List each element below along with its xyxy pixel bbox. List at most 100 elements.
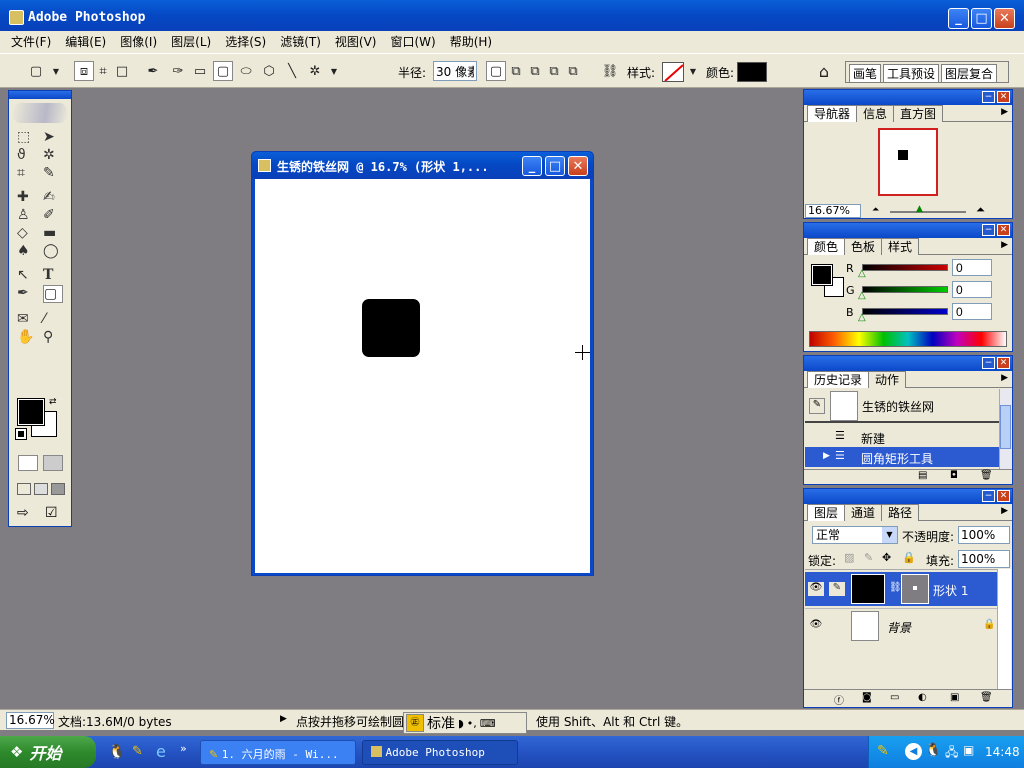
- new-document-from-state-icon[interactable]: ▤: [918, 470, 927, 481]
- doc-close-button[interactable]: ✕: [568, 156, 588, 176]
- ime-logo-icon[interactable]: ㊣: [406, 714, 424, 732]
- zoom-in-icon[interactable]: ⏶: [976, 203, 985, 217]
- notes-tool-icon[interactable]: ✉: [17, 311, 39, 327]
- quicklaunch-expand-icon[interactable]: »: [180, 742, 187, 755]
- tray-app-icon[interactable]: ✎: [877, 743, 889, 759]
- tray-network-icon[interactable]: 🖧: [945, 743, 958, 764]
- panel-close-button[interactable]: ✕: [997, 224, 1010, 236]
- channel-r-slider[interactable]: [862, 264, 948, 271]
- link-icon[interactable]: ⛓: [600, 61, 620, 81]
- doc-minimize-button[interactable]: _: [522, 156, 542, 176]
- line-icon[interactable]: ╲: [282, 61, 302, 81]
- document-canvas[interactable]: [255, 179, 590, 573]
- new-set-icon[interactable]: ▭: [890, 692, 899, 703]
- panel-menu-arrow-icon[interactable]: ▶: [1001, 107, 1008, 117]
- new-layer-icon[interactable]: ▣: [950, 692, 959, 703]
- paths-icon[interactable]: ⌗: [93, 61, 113, 81]
- radius-input[interactable]: [433, 61, 477, 81]
- chevron-down-icon[interactable]: ▼: [683, 61, 703, 81]
- fill-input[interactable]: 100%: [958, 550, 1010, 568]
- tab-histogram[interactable]: 直方图: [893, 105, 944, 122]
- type-tool-icon[interactable]: T: [43, 267, 65, 283]
- color-fg-swatch[interactable]: [811, 264, 833, 286]
- panel-close-button[interactable]: ✕: [997, 357, 1010, 369]
- palette-tab-tool-presets[interactable]: 工具预设: [883, 64, 940, 82]
- default-colors-icon[interactable]: [15, 428, 27, 440]
- status-zoom-field[interactable]: 16.67%: [6, 712, 55, 729]
- menu-layer[interactable]: 图层(L): [164, 31, 218, 53]
- ellipse-icon[interactable]: ⬭: [236, 61, 256, 81]
- minimize-button[interactable]: _: [948, 8, 969, 29]
- foreground-color[interactable]: [17, 398, 45, 426]
- palette-well-icon[interactable]: ⌂: [814, 61, 834, 81]
- history-scrollbar[interactable]: [999, 389, 1011, 469]
- opacity-input[interactable]: 100%: [958, 526, 1010, 544]
- magic-wand-icon[interactable]: ✲: [43, 147, 65, 163]
- blur-tool-icon[interactable]: ♠: [17, 243, 39, 259]
- navigator-preview[interactable]: [878, 128, 938, 196]
- layers-scrollbar[interactable]: [997, 569, 1011, 689]
- panel-close-button[interactable]: ✕: [997, 490, 1010, 502]
- zoom-slider-thumb-icon[interactable]: ▲: [916, 204, 923, 214]
- swap-colors-icon[interactable]: ⇄: [49, 397, 57, 407]
- subtract-shape-icon[interactable]: ⧉: [525, 61, 545, 81]
- hand-tool-icon[interactable]: ✋: [17, 329, 39, 345]
- rectangle-icon[interactable]: ▭: [190, 61, 210, 81]
- brush-tool-icon[interactable]: ✍: [43, 189, 65, 205]
- lock-all-icon[interactable]: 🔒: [902, 551, 916, 564]
- lock-position-icon[interactable]: ✥: [882, 551, 891, 564]
- color-swatch[interactable]: [737, 62, 767, 82]
- palette-tab-layer-comps[interactable]: 图层复合: [941, 64, 998, 82]
- marquee-tool-icon[interactable]: ⬚: [17, 129, 39, 145]
- layer-row-shape[interactable]: 👁 ✎ ⛓ 形状 1: [805, 572, 997, 606]
- history-item[interactable]: ☰ 新建: [805, 427, 999, 447]
- exclude-shape-icon[interactable]: ⧉: [563, 61, 583, 81]
- channel-g-slider[interactable]: [862, 286, 948, 293]
- ie-icon[interactable]: e: [156, 742, 166, 761]
- tray-qq-icon[interactable]: 🐧: [925, 743, 941, 758]
- fill-pixels-icon[interactable]: □: [112, 61, 132, 81]
- doc-maximize-button[interactable]: □: [545, 156, 565, 176]
- menu-image[interactable]: 图像(I): [113, 31, 164, 53]
- slider-thumb-icon[interactable]: △: [858, 312, 866, 323]
- imageready-icon[interactable]: ☑: [45, 505, 58, 521]
- tab-info[interactable]: 信息: [856, 105, 895, 122]
- menu-select[interactable]: 选择(S): [218, 31, 273, 53]
- navigator-zoom-field[interactable]: 16.67%: [805, 204, 861, 218]
- panel-menu-arrow-icon[interactable]: ▶: [1001, 240, 1008, 250]
- ime-keyboard-icon[interactable]: ⌨: [480, 717, 496, 730]
- panel-minimize-button[interactable]: −: [982, 91, 995, 103]
- healing-brush-icon[interactable]: ✚: [17, 189, 39, 205]
- maximize-button[interactable]: □: [971, 8, 992, 29]
- quick-mask-icon[interactable]: [43, 455, 63, 471]
- panel-minimize-button[interactable]: −: [982, 224, 995, 236]
- tab-navigator[interactable]: 导航器: [807, 105, 858, 122]
- tool-preset-icon[interactable]: ▢: [26, 61, 46, 81]
- panel-close-button[interactable]: ✕: [997, 91, 1010, 103]
- channel-r-input[interactable]: [952, 259, 992, 276]
- layer-row-background[interactable]: 👁 背景 🔒: [805, 608, 997, 642]
- history-brush-source-icon[interactable]: ✎: [809, 398, 825, 414]
- style-swatch[interactable]: [662, 62, 684, 82]
- ime-punctuation-icon[interactable]: •,: [467, 717, 477, 730]
- zoom-slider[interactable]: ▲: [890, 204, 966, 214]
- qq-icon[interactable]: 🐧: [108, 744, 125, 760]
- crop-tool-icon[interactable]: ⌗: [17, 165, 39, 181]
- shape-layers-icon[interactable]: ⧈: [74, 61, 94, 81]
- panel-minimize-button[interactable]: −: [982, 490, 995, 502]
- trash-icon[interactable]: 🗑: [980, 470, 993, 481]
- path-select-icon[interactable]: ↖: [17, 267, 39, 283]
- panel-minimize-button[interactable]: −: [982, 357, 995, 369]
- jump-to-imageready-icon[interactable]: ⇨: [17, 505, 29, 521]
- polygon-icon[interactable]: ⬡: [259, 61, 279, 81]
- ime-mode[interactable]: 标准: [427, 713, 455, 733]
- menu-file[interactable]: 文件(F): [4, 31, 58, 53]
- channel-g-input[interactable]: [952, 281, 992, 298]
- clock[interactable]: 14:48: [985, 745, 1020, 759]
- lasso-tool-icon[interactable]: ϑ: [17, 147, 39, 163]
- gradient-tool-icon[interactable]: ▬: [43, 225, 65, 241]
- rounded-rectangle-shape[interactable]: [362, 299, 420, 357]
- tab-layers[interactable]: 图层: [807, 504, 846, 521]
- layer-style-icon[interactable]: ⓕ: [834, 692, 844, 707]
- ime-halfwidth-icon[interactable]: ◗: [458, 717, 464, 730]
